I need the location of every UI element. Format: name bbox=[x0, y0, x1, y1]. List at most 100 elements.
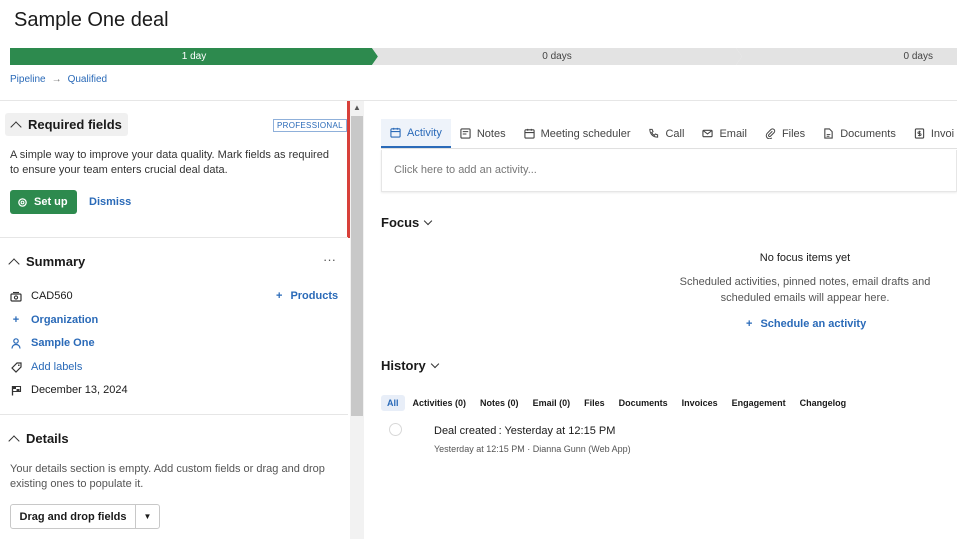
chevron-up-icon bbox=[8, 434, 20, 447]
stage-3[interactable]: 0 days bbox=[736, 48, 957, 65]
close-date-row[interactable]: December 13, 2024 bbox=[10, 384, 128, 396]
paperclip-icon bbox=[765, 128, 776, 139]
scroll-up-icon[interactable]: ▲ bbox=[353, 103, 361, 112]
details-title: Details bbox=[26, 431, 69, 446]
drag-drop-fields-button[interactable]: Drag and drop fields ▼ bbox=[10, 504, 160, 529]
tab-label: Invoi bbox=[930, 127, 955, 140]
history-item-icon bbox=[389, 423, 402, 436]
chevron-down-icon bbox=[424, 216, 433, 226]
tab-email[interactable]: Email bbox=[693, 119, 756, 148]
header-divider bbox=[0, 100, 957, 101]
tab-label: Email bbox=[719, 127, 747, 140]
products-label: Products bbox=[290, 290, 339, 302]
filter-changelog[interactable]: Changelog bbox=[794, 395, 853, 411]
organization-label: Organization bbox=[31, 314, 99, 326]
history-item-title: Deal created : Yesterday at 12:15 PM bbox=[434, 425, 616, 437]
dismiss-button[interactable]: Dismiss bbox=[89, 196, 131, 208]
arrow-right-icon: → bbox=[51, 74, 62, 85]
section-divider bbox=[0, 414, 348, 415]
required-fields-title: Required fields bbox=[28, 117, 122, 132]
add-labels-button[interactable]: Add labels bbox=[10, 361, 82, 373]
tab-meeting-scheduler[interactable]: Meeting scheduler bbox=[515, 119, 640, 148]
history-item-meta: Yesterday at 12:15 PM · Dianna Gunn (Web… bbox=[434, 444, 631, 454]
summary-title: Summary bbox=[26, 254, 86, 269]
activity-tabs: Activity Notes Meeting scheduler Call Em… bbox=[381, 119, 957, 149]
tab-label: Call bbox=[665, 127, 685, 140]
gear-icon bbox=[18, 197, 27, 207]
add-organization-button[interactable]: + Organization bbox=[10, 314, 98, 326]
filter-files[interactable]: Files bbox=[578, 395, 611, 411]
tab-label: Files bbox=[781, 127, 806, 140]
calendar-icon bbox=[390, 127, 401, 138]
chevron-up-icon bbox=[10, 120, 22, 133]
add-activity-input[interactable]: Click here to add an activity... bbox=[381, 150, 957, 192]
focus-empty-title: No focus items yet bbox=[759, 252, 851, 264]
deal-value: CAD560 bbox=[31, 290, 73, 302]
tab-call[interactable]: Call bbox=[639, 119, 693, 148]
focus-empty-text: Scheduled activities, pinned notes, emai… bbox=[679, 276, 931, 304]
tab-label: Meeting scheduler bbox=[540, 127, 631, 140]
setup-button[interactable]: Set up bbox=[10, 190, 77, 214]
filter-activities[interactable]: Activities (0) bbox=[407, 395, 473, 411]
required-fields-toggle[interactable]: Required fields bbox=[5, 113, 128, 136]
setup-label: Set up bbox=[34, 196, 68, 208]
close-date: December 13, 2024 bbox=[31, 384, 128, 396]
section-divider bbox=[0, 237, 348, 238]
left-scrollbar-thumb[interactable] bbox=[351, 116, 363, 416]
chevron-up-icon bbox=[8, 257, 20, 270]
meeting-icon bbox=[523, 128, 535, 139]
scroll-indicator bbox=[347, 101, 350, 238]
focus-toggle[interactable]: Focus bbox=[381, 215, 433, 230]
more-icon[interactable]: ··· bbox=[323, 252, 336, 267]
filter-documents[interactable]: Documents bbox=[613, 395, 674, 411]
tab-invoices[interactable]: Invoi bbox=[905, 119, 957, 148]
invoice-icon bbox=[914, 128, 925, 139]
tab-label: Documents bbox=[840, 127, 896, 140]
tab-label: Notes bbox=[476, 127, 506, 140]
history-toggle[interactable]: History bbox=[381, 358, 440, 373]
breadcrumb-stage[interactable]: Qualified bbox=[68, 74, 107, 85]
email-icon bbox=[702, 129, 714, 138]
plus-icon: + bbox=[12, 314, 20, 326]
note-icon bbox=[460, 128, 471, 139]
details-description: Your details section is empty. Add custo… bbox=[10, 463, 325, 490]
tab-files[interactable]: Files bbox=[756, 119, 814, 148]
labels-label: Add labels bbox=[31, 361, 83, 373]
deal-title: Sample One deal bbox=[14, 9, 169, 31]
professional-badge: PROFESSIONAL bbox=[273, 119, 347, 132]
money-icon bbox=[10, 290, 22, 302]
caret-down-icon[interactable]: ▼ bbox=[136, 505, 159, 528]
schedule-activity-button[interactable]: + Schedule an activity bbox=[746, 318, 866, 330]
filter-notes[interactable]: Notes (0) bbox=[474, 395, 525, 411]
details-toggle[interactable]: Details bbox=[8, 431, 69, 447]
tab-notes[interactable]: Notes bbox=[451, 119, 515, 148]
chevron-down-icon bbox=[430, 359, 440, 369]
stage-1[interactable]: 1 day bbox=[10, 48, 378, 65]
filter-invoices[interactable]: Invoices bbox=[676, 395, 724, 411]
plus-icon: + bbox=[276, 290, 283, 302]
person-link[interactable]: Sample One bbox=[10, 337, 95, 349]
document-icon bbox=[824, 128, 833, 139]
history-filters: All Activities (0) Notes (0) Email (0) F… bbox=[381, 395, 854, 411]
filter-engagement[interactable]: Engagement bbox=[726, 395, 792, 411]
focus-title: Focus bbox=[381, 215, 420, 230]
deal-value-row[interactable]: CAD560 bbox=[10, 290, 73, 302]
schedule-label: Schedule an activity bbox=[760, 318, 867, 330]
history-title: History bbox=[381, 358, 426, 373]
plus-icon: + bbox=[746, 318, 753, 330]
breadcrumb: Pipeline → Qualified bbox=[10, 74, 107, 85]
drag-drop-label[interactable]: Drag and drop fields bbox=[11, 505, 136, 528]
stage-2[interactable]: 0 days bbox=[372, 48, 742, 65]
tab-activity[interactable]: Activity bbox=[381, 119, 451, 148]
person-icon bbox=[10, 337, 22, 349]
tab-documents[interactable]: Documents bbox=[814, 119, 905, 148]
add-products-button[interactable]: + Products bbox=[276, 290, 338, 302]
summary-toggle[interactable]: Summary bbox=[8, 254, 86, 270]
required-fields-description: A simple way to improve your data qualit… bbox=[10, 149, 329, 176]
person-name: Sample One bbox=[31, 337, 95, 349]
pipeline-stages: 1 day 0 days 0 days bbox=[10, 48, 957, 65]
filter-email[interactable]: Email (0) bbox=[527, 395, 577, 411]
filter-all[interactable]: All bbox=[381, 395, 405, 411]
phone-icon bbox=[649, 128, 659, 138]
breadcrumb-pipeline[interactable]: Pipeline bbox=[10, 74, 46, 85]
